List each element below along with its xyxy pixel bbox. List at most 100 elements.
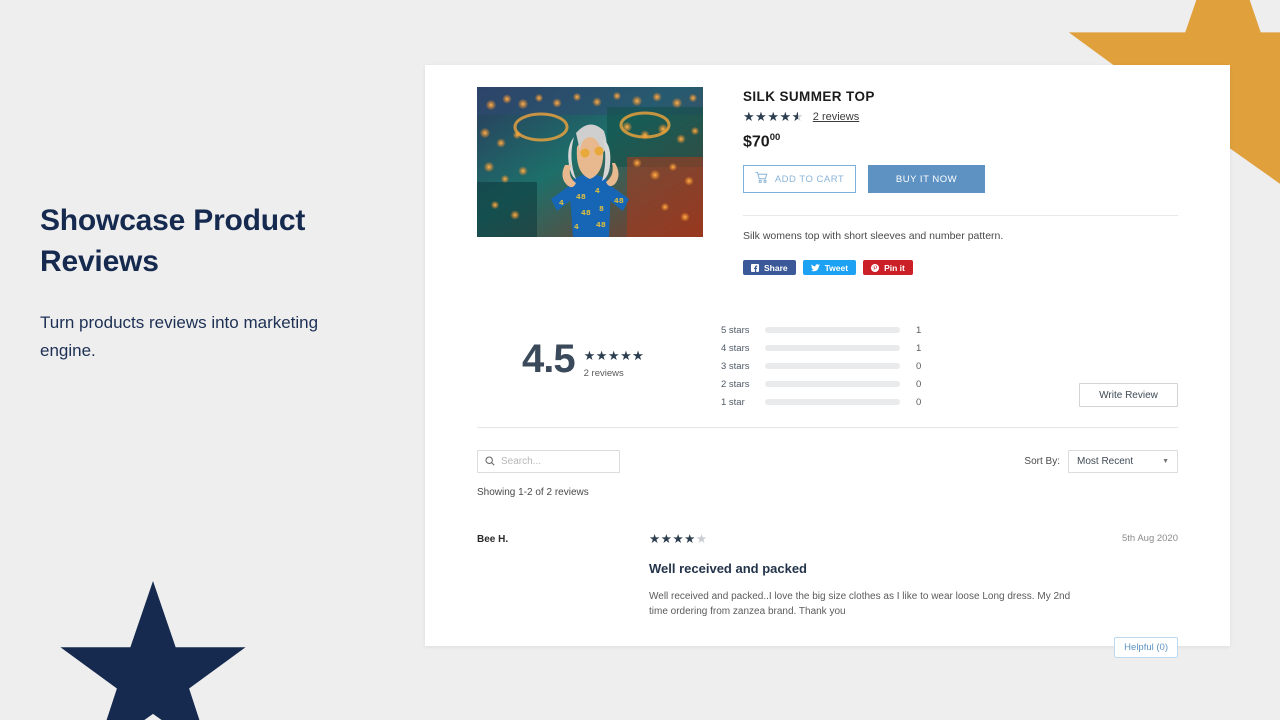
star-icon: ★	[779, 109, 792, 124]
cart-icon	[755, 172, 768, 186]
rating-bar-track	[765, 327, 900, 334]
star-half-icon: ★	[632, 349, 644, 362]
svg-text:48: 48	[576, 193, 586, 201]
buy-it-now-button[interactable]: BUY IT NOW	[868, 165, 985, 194]
rating-bar-label: 1 star	[721, 396, 745, 408]
review-text: Well received and packed..I love the big…	[649, 590, 1071, 617]
rating-bar-row[interactable]: 3 stars 0	[721, 357, 921, 375]
sort-selected-value: Most Recent	[1077, 456, 1134, 468]
average-rating-block: 4.5 ★ ★ ★ ★ ★ 2 reviews	[477, 321, 703, 379]
sort-select[interactable]: Most Recent ▼	[1068, 450, 1178, 474]
review-body: ★ ★ ★ ★ ★ 5th Aug 2020 Well received and…	[649, 533, 1178, 658]
purchase-buttons: ADD TO CART BUY IT NOW	[743, 165, 1178, 194]
promo-headline: Showcase Product Reviews	[40, 204, 306, 279]
review-title: Well received and packed	[649, 560, 807, 576]
helpful-label: Helpful (0)	[1124, 641, 1168, 653]
twitter-share-button[interactable]: Tweet	[802, 260, 857, 276]
rating-bar-row[interactable]: 1 star 0	[721, 393, 921, 411]
pinterest-share-label: Pin it	[884, 262, 905, 273]
star-icon: ★	[672, 532, 685, 547]
rating-breakdown: 5 stars 1 4 stars 1 3 stars 0 2 stars 0 …	[721, 321, 921, 411]
reviews-count-link[interactable]: 2 reviews	[813, 111, 859, 123]
product-rating-stars: ★ ★ ★ ★ ★	[743, 110, 804, 123]
add-to-cart-label: ADD TO CART	[774, 173, 845, 185]
facebook-share-label: Share	[764, 262, 788, 273]
pinterest-share-button[interactable]: Pin it	[863, 260, 913, 276]
promo-panel: Showcase Product Reviews Turn products r…	[40, 200, 370, 365]
rating-bar-row[interactable]: 2 stars 0	[721, 375, 921, 393]
star-icon: ★	[649, 532, 661, 547]
write-review-button[interactable]: Write Review	[1079, 383, 1178, 408]
pinterest-icon	[871, 263, 880, 272]
twitter-share-label: Tweet	[824, 262, 849, 273]
review-search-box[interactable]	[477, 450, 620, 474]
sort-control: Sort By: Most Recent ▼	[1024, 450, 1178, 474]
rating-bar-label: 2 stars	[721, 378, 750, 390]
product-divider	[743, 215, 1178, 217]
price-cents: 00	[769, 132, 781, 143]
average-rating-value: 4.5	[522, 337, 576, 382]
rating-bar-track	[765, 399, 900, 406]
rating-bar-track	[765, 345, 900, 352]
svg-text:48: 48	[596, 221, 606, 229]
review-rating-stars: ★ ★ ★ ★ ★	[649, 533, 708, 546]
helpful-button[interactable]: Helpful (0)	[1114, 636, 1178, 658]
price-amount: $70	[743, 133, 770, 151]
review-actions: Helpful (0)	[649, 636, 1178, 658]
star-half-icon: ★	[792, 110, 804, 123]
star-empty-icon: ★	[695, 532, 708, 547]
showing-count-text: Showing 1-2 of 2 reviews	[477, 487, 589, 499]
svg-text:48: 48	[581, 209, 591, 217]
review-item: Bee H. ★ ★ ★ ★ ★ 5th Aug 2020 Well recei…	[425, 498, 1230, 658]
rating-bar-row[interactable]: 4 stars 1	[721, 339, 921, 357]
product-price: $7000	[743, 132, 1178, 151]
svg-text:48: 48	[614, 197, 624, 205]
average-rating-meta: ★ ★ ★ ★ ★ 2 reviews	[584, 341, 645, 379]
product-rating-row: ★ ★ ★ ★ ★ 2 reviews	[743, 110, 1178, 123]
search-icon	[485, 453, 495, 471]
product-review-card: 48 4 48 8 4 48 48 4 SILK SUMMER TOP ★ ★ …	[425, 65, 1230, 658]
average-rating-stars: ★ ★ ★ ★ ★	[584, 349, 645, 362]
social-share-row: Share Tweet Pin it	[743, 260, 1178, 276]
twitter-icon	[810, 264, 820, 272]
buy-it-now-label: BUY IT NOW	[895, 173, 958, 185]
star-icon: ★	[684, 532, 696, 547]
rating-bar-track	[765, 381, 900, 388]
product-photo-illustration: 484 48 8 4 48 484	[477, 87, 703, 237]
search-input[interactable]	[501, 456, 612, 468]
svg-text:4: 4	[559, 199, 564, 207]
promo-subtitle: Turn products reviews into marketing eng…	[40, 312, 319, 360]
svg-text:4: 4	[595, 187, 600, 195]
svg-text:8: 8	[599, 205, 604, 213]
rating-bar-label: 5 stars	[721, 324, 750, 336]
write-review-area: Write Review	[921, 321, 1178, 408]
star-icon: ★	[767, 109, 780, 124]
product-section: 48 4 48 8 4 48 48 4 SILK SUMMER TOP ★ ★ …	[425, 65, 1230, 276]
decorative-star-navy	[60, 581, 246, 720]
review-date: 5th Aug 2020	[1122, 533, 1178, 545]
rating-bar-label: 4 stars	[721, 342, 750, 354]
rating-bar-row[interactable]: 5 stars 1	[721, 321, 921, 339]
product-info: SILK SUMMER TOP ★ ★ ★ ★ ★ 2 reviews $700…	[743, 87, 1178, 276]
sort-label: Sort By:	[1024, 456, 1060, 468]
star-icon: ★	[583, 348, 596, 364]
star-icon: ★	[660, 532, 673, 547]
facebook-share-button[interactable]: Share	[743, 260, 796, 276]
rating-bar-label: 3 stars	[721, 360, 750, 372]
product-title: SILK SUMMER TOP	[743, 89, 875, 104]
star-icon: ★	[607, 348, 621, 364]
star-icon: ★	[620, 348, 633, 364]
average-rating-count: 2 reviews	[583, 368, 624, 380]
slide-canvas: Showcase Product Reviews Turn products r…	[0, 0, 1280, 720]
star-icon: ★	[743, 109, 756, 124]
facebook-icon	[751, 263, 759, 272]
reviews-controls: Sort By: Most Recent ▼	[425, 428, 1230, 474]
svg-text:4: 4	[574, 223, 579, 231]
review-header: ★ ★ ★ ★ ★ 5th Aug 2020	[649, 533, 1178, 546]
add-to-cart-button[interactable]: ADD TO CART	[743, 165, 856, 194]
product-image[interactable]: 48 4 48 8 4 48 48 4	[477, 87, 703, 237]
star-icon: ★	[595, 348, 608, 364]
product-description: Silk womens top with short sleeves and n…	[743, 230, 1004, 243]
star-icon: ★	[755, 109, 768, 124]
rating-bar-track	[765, 363, 900, 370]
